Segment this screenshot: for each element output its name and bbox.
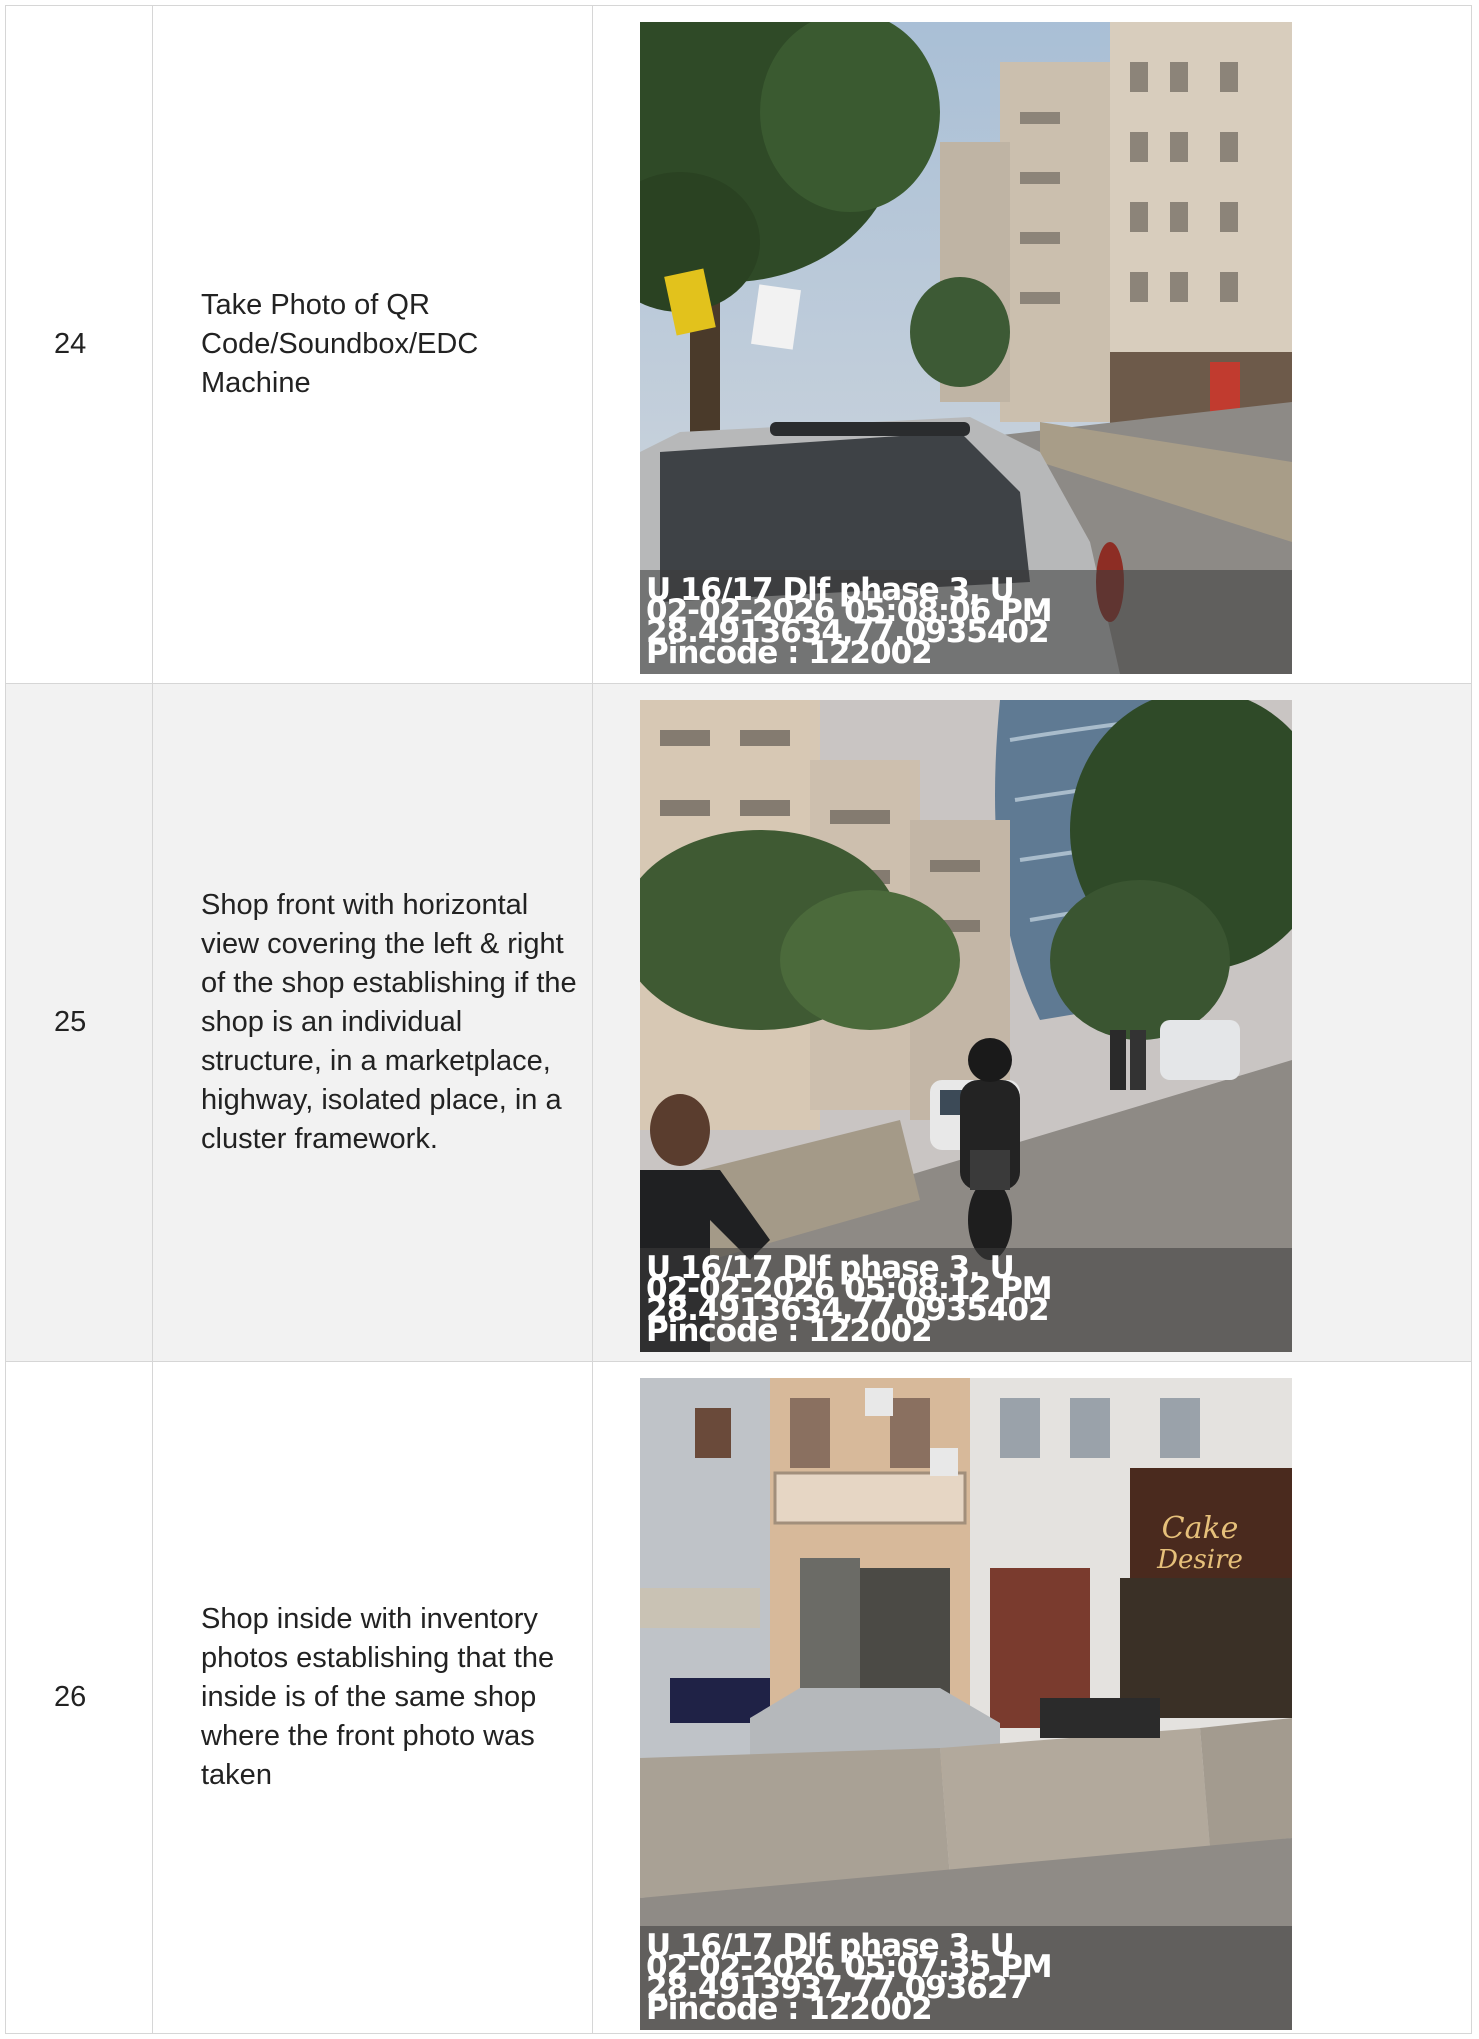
- survey-photo-table: 24 Take Photo of QR Code/Soundbox/EDC Ma…: [5, 5, 1472, 2034]
- table-row: 24 Take Photo of QR Code/Soundbox/EDC Ma…: [5, 5, 1472, 684]
- photo-geotag-stamp: U 16/17 Dlf phase 3, U 02-02-2026 05:08:…: [640, 570, 1292, 674]
- geotagged-photo[interactable]: U 16/17 Dlf phase 3, U 02-02-2026 05:08:…: [640, 22, 1292, 674]
- table-row: 26 Shop inside with inventory photos est…: [5, 1361, 1472, 2034]
- photo-geotag-stamp: U 16/17 Dlf phase 3, U 02-02-2026 05:07:…: [640, 1926, 1292, 2030]
- geotagged-photo[interactable]: Cake Desire U 16/17 Dlf phase 3, U 02-02…: [640, 1378, 1292, 2030]
- table-row: 25 Shop front with horizontal view cover…: [5, 683, 1472, 1362]
- geotagged-photo[interactable]: U 16/17 Dlf phase 3, U 02-02-2026 05:08:…: [640, 700, 1292, 1352]
- row-number: 26: [5, 1361, 153, 2034]
- svg-text:Cake: Cake: [1162, 1511, 1239, 1546]
- row-number: 25: [5, 683, 153, 1362]
- photo-geotag-stamp: U 16/17 Dlf phase 3, U 02-02-2026 05:08:…: [640, 1248, 1292, 1352]
- photo-cell: U 16/17 Dlf phase 3, U 02-02-2026 05:08:…: [592, 5, 1472, 684]
- svg-text:Desire: Desire: [1156, 1545, 1243, 1575]
- row-description: Shop front with horizontal view covering…: [152, 683, 593, 1362]
- photo-cell: Cake Desire U 16/17 Dlf phase 3, U 02-02…: [592, 1361, 1472, 2034]
- photo-cell: U 16/17 Dlf phase 3, U 02-02-2026 05:08:…: [592, 683, 1472, 1362]
- row-description: Take Photo of QR Code/Soundbox/EDC Machi…: [152, 5, 593, 684]
- row-description: Shop inside with inventory photos establ…: [152, 1361, 593, 2034]
- row-number: 24: [5, 5, 153, 684]
